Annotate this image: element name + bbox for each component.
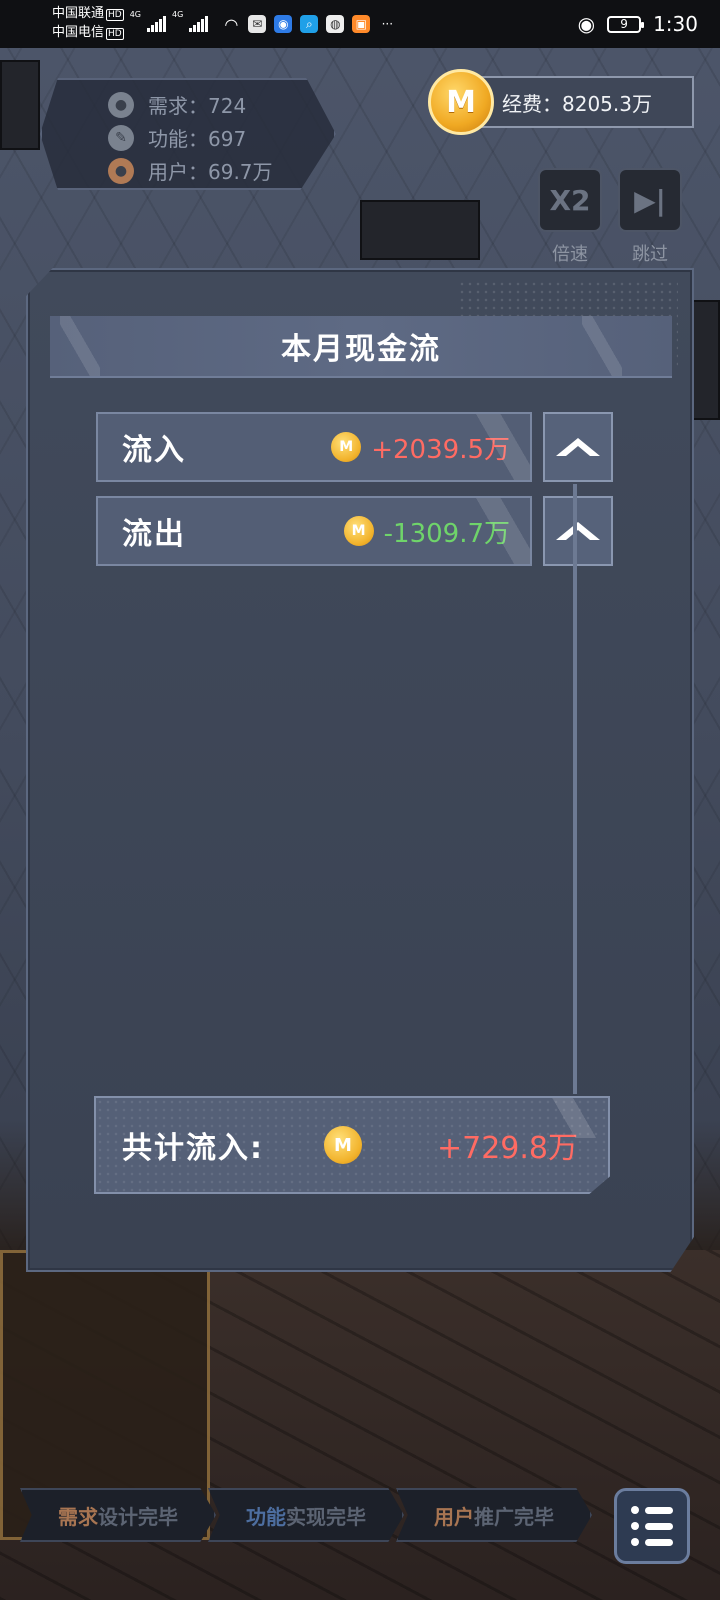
stat-function: ✎ 功能：697 xyxy=(108,121,334,154)
inflow-expand-button[interactable] xyxy=(543,412,613,482)
lightbulb-icon: ● xyxy=(108,91,134,118)
project-stats-panel: ● 需求：724 ✎ 功能：697 ● 用户：69.7万 xyxy=(40,78,336,190)
system-status-bar: 中国联通 HD 中国电信 HD 4G 4G ◠ ✉ ◉ ⌕ ◍ ▣ ··· ◉ 9 … xyxy=(0,0,720,48)
speed-x2-glyph: X2 xyxy=(549,183,591,217)
funds-text: 经费：8205.3万 xyxy=(502,91,652,116)
search-app-icon: ⌕ xyxy=(300,15,319,33)
carrier-2-name: 中国电信 xyxy=(52,25,105,40)
carrier-info: 中国联通 HD 中国电信 HD xyxy=(52,5,124,43)
office-desk xyxy=(0,60,40,150)
stat-users-text: 用户：69.7万 xyxy=(148,160,273,184)
network-type-label: 4G xyxy=(129,10,142,19)
speed-label: 倍速 xyxy=(552,244,588,265)
cash-flow-panel: 本月现金流 流入 M +2039.5万 流出 M -1309.7万 共计流入: … xyxy=(26,268,694,1272)
wrench-icon: ✎ xyxy=(108,124,134,151)
stat-demand: ● 需求：724 xyxy=(108,88,334,121)
menu-line xyxy=(631,1538,673,1546)
step-function-rest: 实现完毕 xyxy=(286,1504,366,1529)
battery-level: 9 xyxy=(620,17,628,31)
network-type-label: 4G xyxy=(172,10,184,19)
skip-icon: ▶| xyxy=(634,183,666,217)
total-value: +729.8万 xyxy=(436,1131,578,1166)
step-demand-rest: 设计完毕 xyxy=(98,1504,178,1529)
menu-button[interactable] xyxy=(614,1488,690,1564)
status-clock: 1:30 xyxy=(653,12,698,36)
step-user-highlight: 用户 xyxy=(434,1504,474,1529)
skip-button[interactable]: ▶| xyxy=(618,168,682,232)
chevron-up-icon xyxy=(556,522,600,540)
step-function-impl: 功能 实现完毕 xyxy=(208,1488,404,1542)
stat-demand-text: 需求：724 xyxy=(148,94,247,118)
stat-users: ● 用户：69.7万 xyxy=(108,154,334,187)
coin-icon: M xyxy=(331,432,362,462)
funds-display: 经费：8205.3万 xyxy=(470,76,694,128)
battery-icon: 9 xyxy=(607,15,645,33)
outflow-row: 流出 M -1309.7万 xyxy=(96,496,532,566)
skip-label: 跳过 xyxy=(632,244,668,265)
outflow-label: 流出 xyxy=(122,517,186,552)
coin-icon: M xyxy=(428,69,494,135)
carrier-1-name: 中国联通 xyxy=(52,6,105,21)
eye-comfort-icon: ◉ xyxy=(577,12,596,36)
hd-badge: HD xyxy=(106,28,124,40)
bulb-app-icon: ◉ xyxy=(274,15,293,33)
coin-icon: M xyxy=(343,516,374,546)
inflow-value: +2039.5万 xyxy=(371,434,510,465)
progress-steps: 需求 设计完毕 功能 实现完毕 用户 推广完毕 xyxy=(20,1488,592,1542)
office-desk xyxy=(690,300,720,420)
menu-line xyxy=(631,1506,673,1514)
step-user-rest: 推广完毕 xyxy=(474,1504,554,1529)
wifi-icon: ◠ xyxy=(224,14,239,34)
coin-icon: M xyxy=(324,1126,362,1164)
step-function-highlight: 功能 xyxy=(246,1504,286,1529)
panel-title: 本月现金流 xyxy=(50,316,672,378)
status-right: ◉ 9 1:30 xyxy=(578,12,698,36)
mail-app-icon: ✉ xyxy=(248,15,267,33)
chevron-up-icon xyxy=(556,438,600,456)
total-inflow-row: 共计流入: M +729.8万 xyxy=(94,1096,610,1194)
signal-strength-icon xyxy=(147,16,167,32)
outflow-value: -1309.7万 xyxy=(383,518,510,549)
signal-strength-icon xyxy=(189,16,209,32)
step-demand-highlight: 需求 xyxy=(58,1504,98,1529)
speed-x2-button[interactable]: X2 xyxy=(538,168,602,232)
step-user-promo: 用户 推广完毕 xyxy=(396,1488,592,1542)
browser-app-icon: ◍ xyxy=(326,15,345,33)
stat-function-text: 功能：697 xyxy=(148,127,247,151)
more-notifications-icon: ··· xyxy=(381,17,394,31)
office-desk xyxy=(360,200,480,260)
step-demand-design: 需求 设计完毕 xyxy=(20,1488,216,1542)
outflow-expand-button[interactable] xyxy=(543,496,613,566)
menu-line xyxy=(631,1522,673,1530)
inflow-label: 流入 xyxy=(122,433,186,468)
user-icon: ● xyxy=(108,157,134,184)
scroll-track[interactable] xyxy=(573,484,577,1094)
hd-badge: HD xyxy=(106,9,124,21)
total-label: 共计流入: xyxy=(122,1131,264,1166)
game-app-icon: ▣ xyxy=(352,15,371,33)
inflow-row: 流入 M +2039.5万 xyxy=(96,412,532,482)
